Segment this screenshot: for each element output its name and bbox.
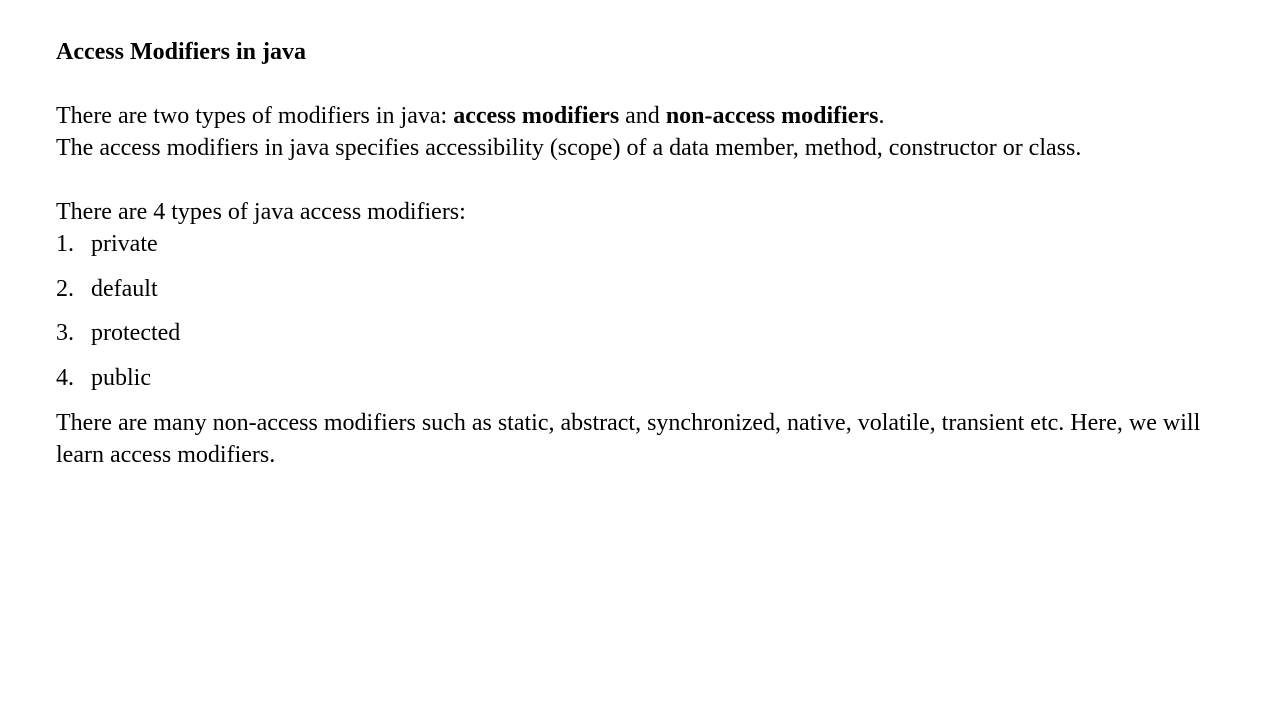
list-item-number: 4. xyxy=(56,364,74,391)
list-item: 2. default xyxy=(56,273,180,318)
intro-line-1-suffix: . xyxy=(878,103,885,129)
modifier-list: 1. private 2. default 3. protected 4. public xyxy=(56,228,180,406)
list-item-label: protected xyxy=(91,320,181,346)
list-item: 1. private xyxy=(56,228,180,273)
types-lead-text: There are 4 types of java access modifie… xyxy=(56,199,466,225)
list-item-number: 2. xyxy=(56,275,74,302)
list-item: 4. public xyxy=(56,362,180,407)
intro-paragraph: There are two types of modifiers in java… xyxy=(56,100,1256,164)
list-item: 3. protected xyxy=(56,317,180,362)
list-item-label: public xyxy=(91,364,151,391)
list-item-label: default xyxy=(91,275,158,302)
outro-paragraph: There are many non-access modifiers such… xyxy=(56,410,1201,468)
access-modifiers-term: access modifiers xyxy=(453,103,620,129)
list-item-number: 3. xyxy=(56,320,74,346)
intro-line-2: The access modifiers in java specifies a… xyxy=(56,135,1082,161)
non-access-modifiers-term: non-access modifiers xyxy=(665,103,879,129)
intro-line-1-mid: and xyxy=(619,103,666,129)
intro-line-1: There are two types of modifiers in java… xyxy=(56,100,1256,132)
intro-line-1-prefix: There are two types of modifiers in java… xyxy=(56,103,454,129)
list-item-number: 1. xyxy=(56,231,74,257)
list-item-label: private xyxy=(91,231,158,257)
page-title: Access Modifiers in java xyxy=(56,39,306,65)
